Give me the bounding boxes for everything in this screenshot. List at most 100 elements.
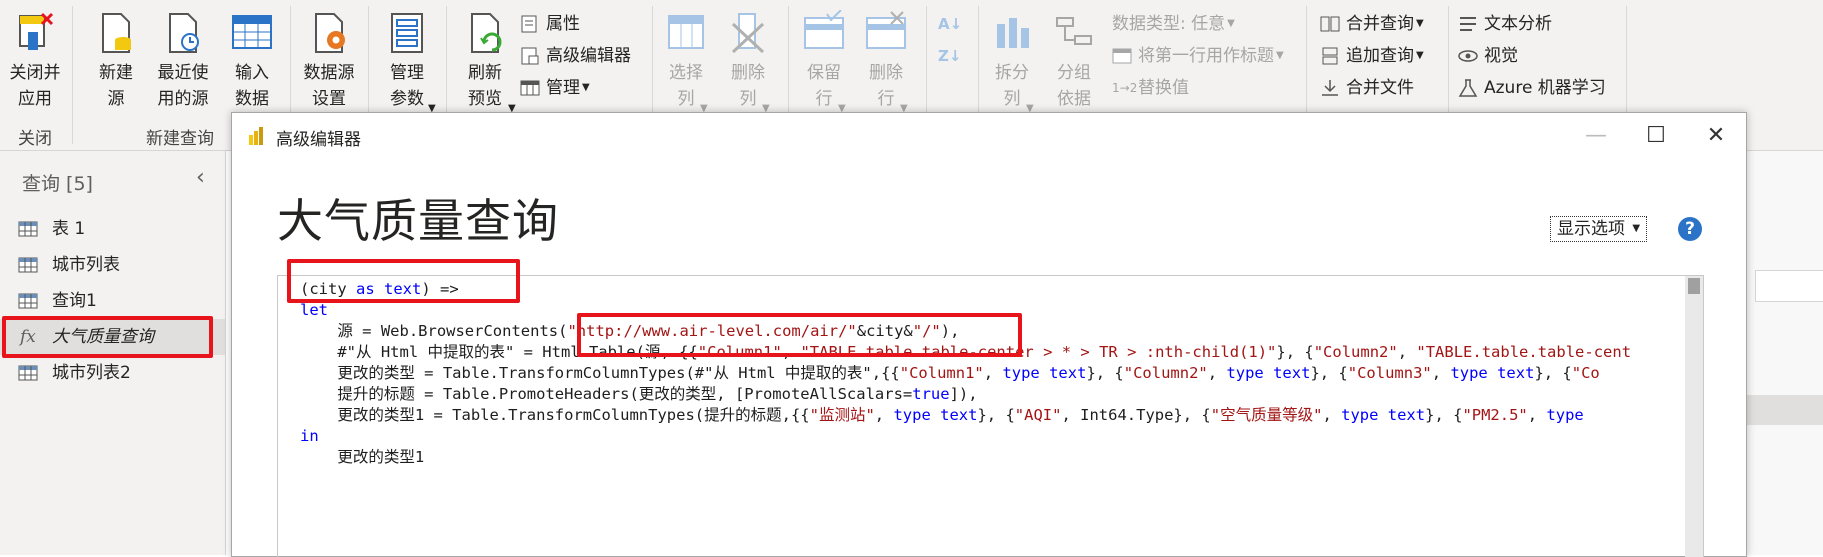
choose-columns-button[interactable]: 选择 列 ▼	[656, 10, 716, 114]
query-item-label: 查询1	[52, 291, 97, 311]
sort-ascending-button[interactable]: A↓	[938, 10, 962, 38]
highlight-box-params	[287, 259, 520, 303]
keep-rows-icon	[804, 10, 844, 49]
show-options-label: 显示选项	[1557, 219, 1625, 239]
vision-button[interactable]: 视觉	[1458, 42, 1518, 70]
table-icon	[18, 293, 38, 309]
new-source-button[interactable]: 新建 源	[86, 10, 146, 112]
advanced-editor-label: 高级编辑器	[546, 46, 631, 66]
close-group-label: 关闭	[18, 129, 52, 149]
merge-queries-button[interactable]: 合并查询 ▼	[1320, 10, 1424, 38]
append-queries-label: 追加查询	[1346, 46, 1414, 66]
keep-rows-button[interactable]: 保留 行 ▼	[794, 10, 854, 114]
query-heading: 大气质量查询	[277, 194, 559, 248]
table-icon	[232, 15, 272, 49]
group-by-label: 分组 依据	[1057, 63, 1091, 109]
queries-pane-title: 查询 [5]	[22, 173, 93, 195]
new-source-label: 新建 源	[99, 63, 133, 109]
background-row	[1746, 395, 1823, 425]
combine-files-label: 合并文件	[1346, 78, 1414, 98]
data-source-settings-label: 数据源 设置	[303, 63, 355, 109]
manage-label: 管理	[546, 78, 580, 98]
background-input	[1755, 270, 1823, 302]
chevron-down-icon: ▼	[1276, 50, 1284, 61]
new-source-icon	[102, 13, 131, 53]
query-item-table1[interactable]: 表 1	[0, 211, 225, 247]
replace-values-label: 替换值	[1138, 78, 1189, 98]
code-line: 更改的类型 = Table.TransformColumnTypes(#"从 H…	[300, 364, 1600, 382]
query-item-query1[interactable]: 查询1	[0, 283, 225, 319]
manage-params-button[interactable]: 管理 参数 ▼	[374, 10, 440, 114]
sort-descending-button[interactable]: Z↓	[938, 42, 961, 70]
close-apply-button[interactable]: 关闭并 应用	[4, 10, 66, 112]
advanced-editor-icon	[521, 47, 539, 65]
recent-sources-icon	[169, 13, 199, 53]
minimize-icon: —	[1585, 123, 1607, 148]
enter-data-button[interactable]: 输入 数据	[222, 10, 282, 112]
query-item-label: 城市列表2	[52, 363, 131, 383]
table-icon	[18, 365, 38, 381]
table-icon	[18, 221, 38, 237]
chevron-down-icon: ▼	[1632, 223, 1641, 234]
advanced-editor-button[interactable]: 高级编辑器	[520, 42, 631, 70]
gear-icon	[315, 13, 345, 53]
parameters-icon	[391, 13, 423, 53]
group-by-icon	[1056, 17, 1092, 45]
code-line: in	[300, 427, 319, 445]
refresh-preview-button[interactable]: 刷新 预览 ▼	[452, 10, 518, 114]
first-row-headers-label: 将第一行用作标题	[1138, 46, 1274, 66]
advanced-editor-dialog: 高级编辑器 — ☐ ✕ 大气质量查询 显示选项 ▼ ? (city as tex…	[231, 112, 1747, 557]
query-item-city-list[interactable]: 城市列表	[0, 247, 225, 283]
table-icon	[18, 257, 38, 273]
properties-button[interactable]: 属性	[520, 10, 580, 38]
refresh-icon	[471, 13, 502, 53]
text-analytics-button[interactable]: 文本分析	[1458, 10, 1552, 38]
data-type-label: 数据类型: 任意	[1112, 14, 1226, 34]
replace-values-button[interactable]: 1→2替换值	[1112, 74, 1189, 102]
highlight-box-url	[577, 313, 1022, 357]
data-type-dropdown[interactable]: 数据类型: 任意 ▼	[1112, 10, 1235, 38]
enter-data-label: 输入 数据	[235, 63, 269, 109]
append-queries-button[interactable]: 追加查询 ▼	[1320, 42, 1424, 70]
scrollbar-thumb[interactable]	[1688, 278, 1700, 294]
properties-icon	[521, 15, 537, 33]
group-by-button[interactable]: 分组 依据	[1044, 10, 1104, 112]
vertical-scrollbar[interactable]	[1685, 276, 1703, 557]
remove-columns-button[interactable]: 删除 列 ▼	[718, 10, 778, 114]
split-column-button[interactable]: 拆分 列 ▼	[982, 10, 1042, 114]
table-icon	[520, 80, 540, 96]
data-source-settings-button[interactable]: 数据源 设置	[296, 10, 362, 112]
properties-label: 属性	[546, 14, 580, 34]
new-query-group-label: 新建查询	[146, 129, 214, 149]
help-icon[interactable]: ?	[1678, 217, 1702, 241]
azure-ml-label: Azure 机器学习	[1484, 78, 1606, 98]
close-button[interactable]: ✕	[1686, 113, 1746, 159]
highlight-box-query	[2, 316, 213, 358]
sort-descending-icon: Z↓	[938, 47, 962, 65]
first-row-headers-button[interactable]: 将第一行用作标题 ▼	[1112, 42, 1284, 70]
combine-files-icon	[1322, 80, 1338, 96]
query-item-city-list2[interactable]: 城市列表2	[0, 355, 225, 391]
combine-files-button[interactable]: 合并文件	[1320, 74, 1414, 102]
choose-columns-icon	[668, 15, 704, 49]
chevron-left-icon[interactable]: ‹	[196, 165, 205, 190]
query-item-label: 城市列表	[52, 255, 120, 275]
minimize-button[interactable]: —	[1566, 113, 1626, 159]
close-apply-label: 关闭并 应用	[9, 63, 61, 109]
show-options-dropdown[interactable]: 显示选项 ▼	[1550, 216, 1648, 242]
chevron-down-icon: ▼	[582, 82, 590, 93]
manage-button[interactable]: 管理 ▼	[520, 74, 590, 102]
remove-rows-button[interactable]: 删除 行 ▼	[856, 10, 916, 114]
recent-sources-button[interactable]: 最近使 用的源	[150, 10, 216, 112]
eye-icon	[1458, 50, 1478, 62]
powerbi-icon	[249, 127, 263, 145]
code-line: 更改的类型1	[300, 448, 425, 466]
recent-sources-label: 最近使 用的源	[157, 63, 209, 109]
dialog-titlebar: 高级编辑器 — ☐ ✕	[232, 113, 1746, 159]
text-analytics-label: 文本分析	[1484, 14, 1552, 34]
azure-ml-button[interactable]: Azure 机器学习	[1458, 74, 1606, 102]
table-icon	[1112, 48, 1132, 64]
chevron-down-icon: ▼	[1416, 18, 1424, 29]
vision-label: 视觉	[1484, 46, 1518, 66]
maximize-button[interactable]: ☐	[1626, 113, 1686, 159]
